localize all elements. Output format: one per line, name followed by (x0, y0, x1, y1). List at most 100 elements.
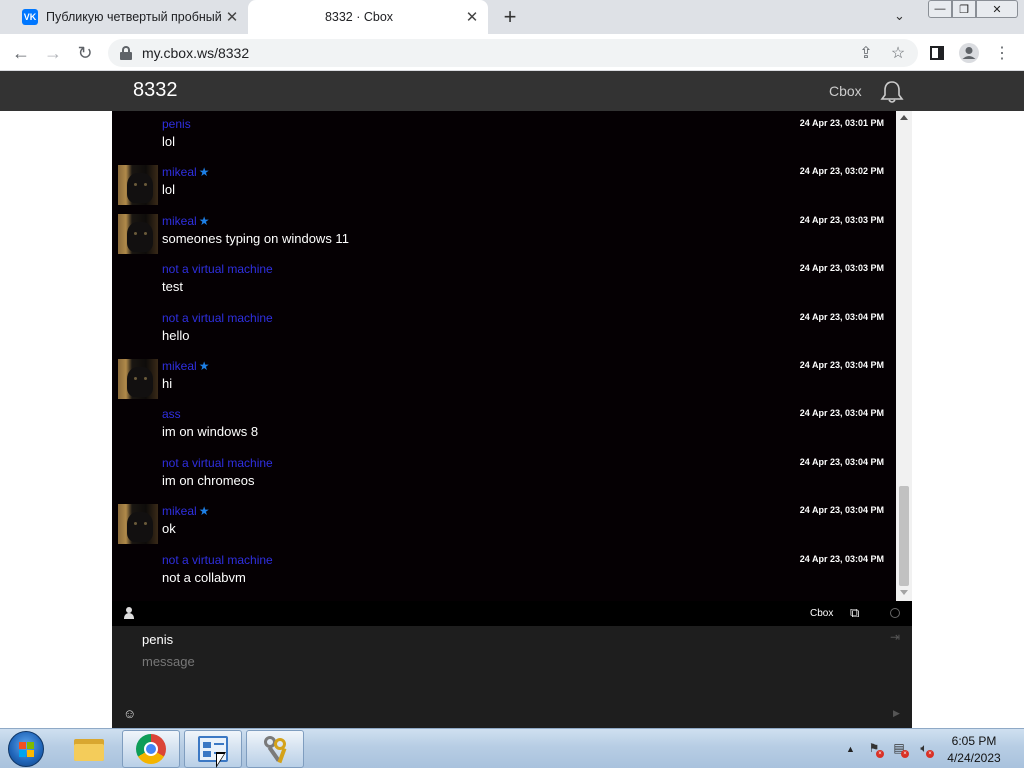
popout-icon[interactable]: ⧉ (850, 605, 859, 621)
message-timestamp: 24 Apr 23, 03:04 PM (799, 408, 884, 419)
chat-message: mikeal ★ ok 24 Apr 23, 03:04 PM (112, 500, 898, 548)
network-icon[interactable]: ▤ × (891, 740, 909, 758)
message-author[interactable]: mikeal ★ (162, 504, 209, 518)
tab-title: Публикую четвертый пробный (46, 10, 222, 24)
keys-icon (260, 734, 290, 764)
windows-logo-icon (19, 742, 35, 758)
mouse-cursor (216, 752, 226, 768)
chevron-down-icon[interactable]: ⌄ (894, 8, 905, 24)
message-timestamp: 24 Apr 23, 03:03 PM (799, 263, 884, 274)
address-bar[interactable]: my.cbox.ws/8332 (108, 39, 918, 67)
star-icon: ★ (198, 359, 210, 373)
sign-in-icon[interactable]: ⇥ (890, 630, 900, 644)
show-hidden-icons-arrow[interactable]: ▲ (846, 744, 855, 754)
new-tab-button[interactable]: + (498, 4, 522, 29)
name-field[interactable] (142, 629, 842, 649)
message-author[interactable]: mikeal ★ (162, 165, 209, 179)
taskbar-control-panel[interactable] (184, 730, 242, 768)
message-author[interactable]: penis (162, 117, 191, 131)
message-author[interactable]: not a virtual machine (162, 456, 273, 470)
tab-title: 8332 · Cbox (324, 10, 394, 24)
side-panel-icon[interactable] (924, 40, 950, 66)
star-icon: ★ (198, 213, 210, 228)
chat-message: penis lol 24 Apr 23, 03:01 PM (112, 113, 898, 161)
message-text: not a collabvm (162, 569, 246, 585)
message-timestamp: 24 Apr 23, 03:04 PM (799, 311, 884, 322)
message-timestamp: 24 Apr 23, 03:02 PM (799, 166, 884, 177)
scroll-up-arrow[interactable] (900, 115, 908, 120)
close-icon[interactable]: ✕ (222, 7, 242, 27)
taskbar-keys-app[interactable] (246, 730, 304, 768)
avatar[interactable] (118, 165, 158, 206)
scroll-down-arrow[interactable] (900, 590, 908, 595)
message-timestamp: 24 Apr 23, 03:01 PM (799, 118, 884, 128)
action-center-flag-icon[interactable]: ⚑ × (866, 740, 884, 758)
cbox-header: 8332 Cbox (0, 71, 1024, 111)
chat-input-area: ⇥ ☺ ▶ (112, 626, 912, 728)
url-text[interactable]: my.cbox.ws/8332 (142, 45, 249, 61)
folder-icon (74, 737, 104, 761)
chat-message: not a virtual machine im on chromeos 24 Ap… (112, 452, 898, 500)
start-button[interactable] (8, 731, 44, 767)
message-timestamp: 24 Apr 23, 03:04 PM (799, 456, 884, 467)
room-title: 8332 (133, 79, 178, 101)
vk-icon: VK (22, 9, 38, 25)
chat-message: mikeal ★ someones typing on windows 11 24 A… (112, 210, 898, 258)
system-clock[interactable]: 6:05 PM 4/24/2023 (940, 733, 1008, 767)
message-input[interactable] (142, 650, 842, 672)
back-arrow-icon[interactable]: ← (8, 40, 34, 66)
user-icon[interactable] (123, 607, 135, 620)
lock-icon[interactable] (120, 46, 132, 60)
message-timestamp: 24 Apr 23, 03:03 PM (799, 214, 884, 225)
emoji-icon[interactable]: ☺ (123, 706, 136, 721)
scroll-thumb[interactable] (899, 486, 909, 586)
star-icon: ★ (198, 504, 210, 519)
taskbar-chrome[interactable] (122, 730, 180, 768)
chat-message: ass im on windows 8 24 Apr 23, 03:04 PM (112, 403, 898, 451)
cbox-header-link[interactable]: Cbox (829, 83, 862, 99)
message-timestamp: 24 Apr 23, 03:04 PM (799, 505, 884, 516)
close-window-button[interactable]: ✕ (976, 0, 1018, 18)
message-author[interactable]: mikeal ★ (162, 359, 209, 373)
bell-icon[interactable] (879, 79, 905, 105)
chat-message: mikeal ★ hi 24 Apr 23, 03:04 PM (112, 355, 898, 403)
message-text: hello (162, 327, 190, 343)
forward-arrow-icon[interactable]: → (40, 40, 66, 66)
tab-vk[interactable]: VK Публикую четвертый пробный ✕ (12, 0, 248, 34)
volume-icon[interactable]: 🔈︎ × (916, 740, 934, 758)
message-text: test (162, 279, 183, 295)
chrome-icon (136, 734, 166, 764)
status-circle-icon[interactable] (890, 608, 900, 618)
maximize-button[interactable]: ❐ (952, 0, 976, 18)
more-menu-icon[interactable]: ⋮ (989, 40, 1015, 66)
profile-icon[interactable] (956, 40, 982, 66)
scrollbar[interactable] (896, 111, 912, 601)
clock-time: 6:05 PM (951, 734, 997, 748)
message-author[interactable]: not a virtual machine (162, 262, 273, 276)
close-icon[interactable]: ✕ (462, 7, 482, 27)
reload-icon[interactable]: ↻ (72, 40, 98, 66)
message-author[interactable]: mikeal ★ (162, 214, 209, 228)
message-timestamp: 24 Apr 23, 03:04 PM (799, 553, 884, 564)
taskbar-explorer[interactable] (60, 730, 118, 768)
message-text: ok (162, 521, 176, 537)
send-arrow-icon[interactable]: ▶ (893, 708, 900, 719)
chat-message: not a virtual machine test 24 Apr 23, 03:0… (112, 258, 898, 306)
chat-message-list: penis lol 24 Apr 23, 03:01 PM mikeal ★ lol 24 … (112, 111, 912, 601)
minimize-button[interactable]: — (928, 0, 952, 18)
message-author[interactable]: not a virtual machine (162, 311, 273, 325)
cbox-footer-link[interactable]: Cbox (810, 608, 833, 619)
clock-date: 4/24/2023 (947, 751, 1001, 765)
tab-cbox[interactable]: 8332 · Cbox ✕ (248, 0, 488, 34)
message-text: im on chromeos (162, 472, 255, 488)
message-text: lol (162, 182, 176, 198)
avatar[interactable] (118, 213, 158, 254)
message-author[interactable]: ass (162, 407, 181, 421)
chat-message: not a virtual machine hello 24 Apr 23, 03:… (112, 307, 898, 355)
share-icon[interactable]: ⇪ (853, 40, 879, 66)
message-text: lol (162, 134, 176, 149)
avatar[interactable] (118, 504, 158, 545)
avatar[interactable] (118, 359, 158, 399)
message-author[interactable]: not a virtual machine (162, 553, 273, 567)
star-bookmark-icon[interactable]: ☆ (885, 40, 911, 66)
